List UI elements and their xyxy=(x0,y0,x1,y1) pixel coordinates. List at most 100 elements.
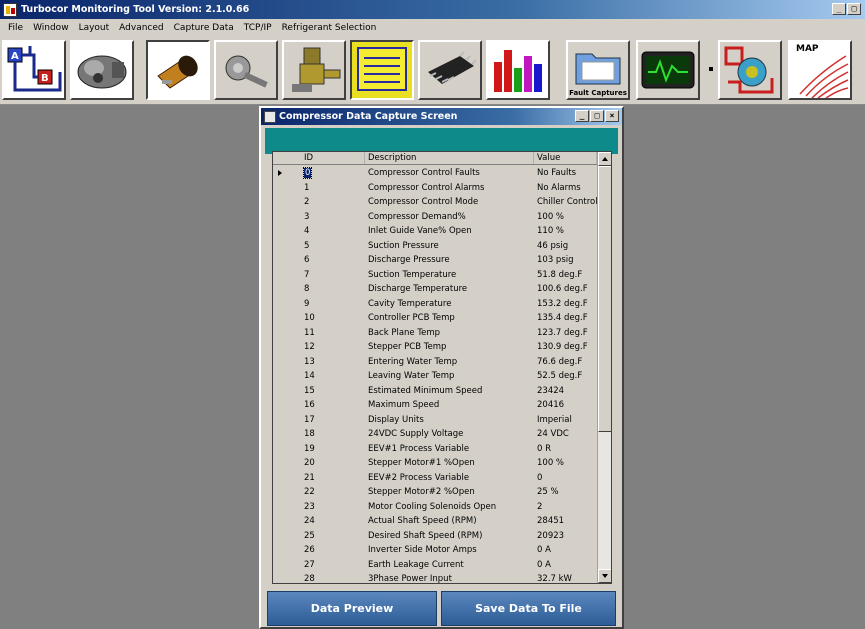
table-row[interactable]: 5 Suction Pressure 46 psig xyxy=(273,239,597,254)
table-row[interactable]: 9 Cavity Temperature 153.2 deg.F xyxy=(273,297,597,312)
cell-description[interactable]: Estimated Minimum Speed xyxy=(365,384,534,399)
cell-description[interactable]: Suction Temperature xyxy=(365,268,534,283)
table-row[interactable]: 17 Display Units Imperial xyxy=(273,413,597,428)
cell-description[interactable]: Actual Shaft Speed (RPM) xyxy=(365,514,534,529)
compressor-button[interactable] xyxy=(70,40,134,100)
cell-value[interactable]: 46 psig xyxy=(534,239,597,254)
cell-description[interactable]: Stepper PCB Temp xyxy=(365,340,534,355)
row-header[interactable] xyxy=(273,558,301,573)
cell-id[interactable]: 28 xyxy=(301,572,365,583)
row-header[interactable] xyxy=(273,398,301,413)
oscilloscope-button[interactable] xyxy=(636,40,700,100)
cell-id[interactable]: 14 xyxy=(301,369,365,384)
cell-value[interactable]: 100.6 deg.F xyxy=(534,282,597,297)
maximize-button[interactable]: □ xyxy=(847,3,861,15)
cell-id[interactable]: 3 xyxy=(301,210,365,225)
cell-value[interactable]: 130.9 deg.F xyxy=(534,340,597,355)
cell-value[interactable]: Chiller Control xyxy=(534,195,597,210)
cell-description[interactable]: Compressor Control Mode xyxy=(365,195,534,210)
cell-value[interactable]: 23424 xyxy=(534,384,597,399)
row-header[interactable] xyxy=(273,340,301,355)
table-row[interactable]: 2 Compressor Control Mode Chiller Control xyxy=(273,195,597,210)
row-header[interactable] xyxy=(273,384,301,399)
cell-value[interactable]: 110 % xyxy=(534,224,597,239)
menu-capture-data[interactable]: Capture Data xyxy=(169,23,239,33)
cell-description[interactable]: EEV#2 Process Variable xyxy=(365,471,534,486)
row-header[interactable] xyxy=(273,514,301,529)
cell-value[interactable]: No Alarms xyxy=(534,181,597,196)
table-row[interactable]: 15 Estimated Minimum Speed 23424 xyxy=(273,384,597,399)
cell-value[interactable]: 52.5 deg.F xyxy=(534,369,597,384)
cell-description[interactable]: EEV#1 Process Variable xyxy=(365,442,534,457)
cell-description[interactable]: Entering Water Temp xyxy=(365,355,534,370)
cell-description[interactable]: Cavity Temperature xyxy=(365,297,534,312)
row-header[interactable] xyxy=(273,427,301,442)
row-header[interactable] xyxy=(273,529,301,544)
cell-value[interactable]: 20923 xyxy=(534,529,597,544)
row-header[interactable] xyxy=(273,195,301,210)
row-header[interactable] xyxy=(273,485,301,500)
cell-description[interactable]: Controller PCB Temp xyxy=(365,311,534,326)
menu-window[interactable]: Window xyxy=(28,23,74,33)
cell-description[interactable]: Compressor Control Faults xyxy=(365,166,534,181)
cell-value[interactable]: 0 R xyxy=(534,442,597,457)
cell-value[interactable]: 24 VDC xyxy=(534,427,597,442)
cell-description[interactable]: Motor Cooling Solenoids Open xyxy=(365,500,534,515)
table-row[interactable]: 7 Suction Temperature 51.8 deg.F xyxy=(273,268,597,283)
map-button[interactable]: MAP xyxy=(788,40,852,100)
cell-id[interactable]: 19 xyxy=(301,442,365,457)
row-header[interactable] xyxy=(273,456,301,471)
cell-description[interactable]: Stepper Motor#2 %Open xyxy=(365,485,534,500)
cell-description[interactable]: Discharge Pressure xyxy=(365,253,534,268)
valve-button[interactable] xyxy=(282,40,346,100)
cell-value[interactable]: 51.8 deg.F xyxy=(534,268,597,283)
table-row[interactable]: 14 Leaving Water Temp 52.5 deg.F xyxy=(273,369,597,384)
cell-id[interactable]: 18 xyxy=(301,427,365,442)
system-diagram-button[interactable] xyxy=(718,40,782,100)
table-row[interactable]: 18 24VDC Supply Voltage 24 VDC xyxy=(273,427,597,442)
cell-id[interactable]: 2 xyxy=(301,195,365,210)
cell-description[interactable]: Desired Shaft Speed (RPM) xyxy=(365,529,534,544)
cell-value[interactable]: 103 psig xyxy=(534,253,597,268)
menu-tcpip[interactable]: TCP/IP xyxy=(239,23,277,33)
cell-description[interactable]: Stepper Motor#1 %Open xyxy=(365,456,534,471)
cell-value[interactable]: 100 % xyxy=(534,210,597,225)
row-header[interactable] xyxy=(273,239,301,254)
cell-id[interactable]: 12 xyxy=(301,340,365,355)
cell-value[interactable]: No Faults xyxy=(534,166,597,181)
table-row[interactable]: 24 Actual Shaft Speed (RPM) 28451 xyxy=(273,514,597,529)
row-header[interactable] xyxy=(273,253,301,268)
child-maximize-button[interactable]: □ xyxy=(590,110,604,122)
cell-value[interactable]: 153.2 deg.F xyxy=(534,297,597,312)
cell-id[interactable]: 9 xyxy=(301,297,365,312)
row-header[interactable] xyxy=(273,413,301,428)
cell-description[interactable]: Compressor Demand% xyxy=(365,210,534,225)
cell-id[interactable]: 21 xyxy=(301,471,365,486)
cell-id[interactable]: 0 xyxy=(301,166,365,181)
cell-id[interactable]: 1 xyxy=(301,181,365,196)
child-minimize-button[interactable]: _ xyxy=(575,110,589,122)
table-row[interactable]: 16 Maximum Speed 20416 xyxy=(273,398,597,413)
impeller-button[interactable] xyxy=(214,40,278,100)
column-header-description[interactable]: Description xyxy=(365,152,534,164)
fault-captures-button[interactable]: Fault Captures xyxy=(566,40,630,100)
row-header[interactable] xyxy=(273,224,301,239)
cell-id[interactable]: 7 xyxy=(301,268,365,283)
row-header[interactable] xyxy=(273,181,301,196)
table-row[interactable]: 12 Stepper PCB Temp 130.9 deg.F xyxy=(273,340,597,355)
cell-description[interactable]: Display Units xyxy=(365,413,534,428)
row-header[interactable] xyxy=(273,355,301,370)
table-row[interactable]: 8 Discharge Temperature 100.6 deg.F xyxy=(273,282,597,297)
cell-value[interactable]: 25 % xyxy=(534,485,597,500)
row-header[interactable] xyxy=(273,268,301,283)
table-row[interactable]: 4 Inlet Guide Vane% Open 110 % xyxy=(273,224,597,239)
row-header[interactable] xyxy=(273,166,301,181)
table-row[interactable]: 23 Motor Cooling Solenoids Open 2 xyxy=(273,500,597,515)
table-row[interactable]: 11 Back Plane Temp 123.7 deg.F xyxy=(273,326,597,341)
cell-description[interactable]: 3Phase Power Input xyxy=(365,572,534,583)
cell-description[interactable]: Back Plane Temp xyxy=(365,326,534,341)
row-header[interactable] xyxy=(273,471,301,486)
bar-chart-button[interactable] xyxy=(486,40,550,100)
table-row[interactable]: 25 Desired Shaft Speed (RPM) 20923 xyxy=(273,529,597,544)
cell-description[interactable]: Leaving Water Temp xyxy=(365,369,534,384)
